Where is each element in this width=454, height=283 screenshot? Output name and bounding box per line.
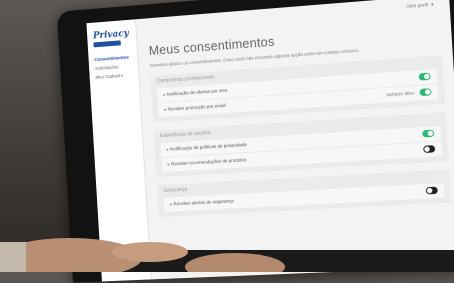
consent-toggle[interactable]	[419, 88, 432, 97]
consent-label: Receber promoção por email	[164, 103, 226, 113]
section-experiencia: Experiência de usuário Notificação de po…	[153, 112, 449, 178]
consent-label: Receber alertas de segurança	[170, 198, 234, 207]
sidebar-nav: Consentimentos Solicitações Meu Cadastro	[88, 52, 138, 82]
consent-toggle[interactable]	[422, 129, 435, 138]
brand-logo-text: Privacy	[92, 28, 130, 42]
consent-label: Notificação de ofertas por sms	[163, 88, 228, 98]
app-screen: Privacy Consentimentos Solicitações Meu …	[86, 0, 454, 282]
status-text: Sempre ativo	[386, 90, 415, 98]
main-content: Meus consentimentos Gerencie abaixo os c…	[148, 22, 452, 218]
brand-logo[interactable]: Privacy	[92, 28, 130, 48]
chevron-down-icon: ▼	[430, 1, 435, 8]
consent-label: Notificação de políticas de privacidade	[166, 142, 247, 153]
sidebar: Privacy Consentimentos Solicitações Meu …	[86, 19, 152, 282]
user-menu-label: Abrir perfil	[406, 2, 429, 9]
consent-toggle[interactable]	[418, 72, 431, 81]
section-campanhas: Campanhas promocionais Notificação de of…	[150, 55, 446, 123]
laptop-bezel: Privacy Consentimentos Solicitações Meu …	[56, 0, 454, 283]
section-seguranca: Segurança Receber alertas de segurança	[156, 169, 452, 218]
user-menu[interactable]: Abrir perfil ▼	[406, 2, 435, 9]
consent-toggle[interactable]	[425, 186, 438, 195]
brand-logo-bar	[93, 40, 121, 48]
sleeve	[0, 242, 26, 272]
consent-toggle[interactable]	[423, 145, 436, 154]
consent-label: Receber recomendações de produtos	[167, 157, 247, 168]
